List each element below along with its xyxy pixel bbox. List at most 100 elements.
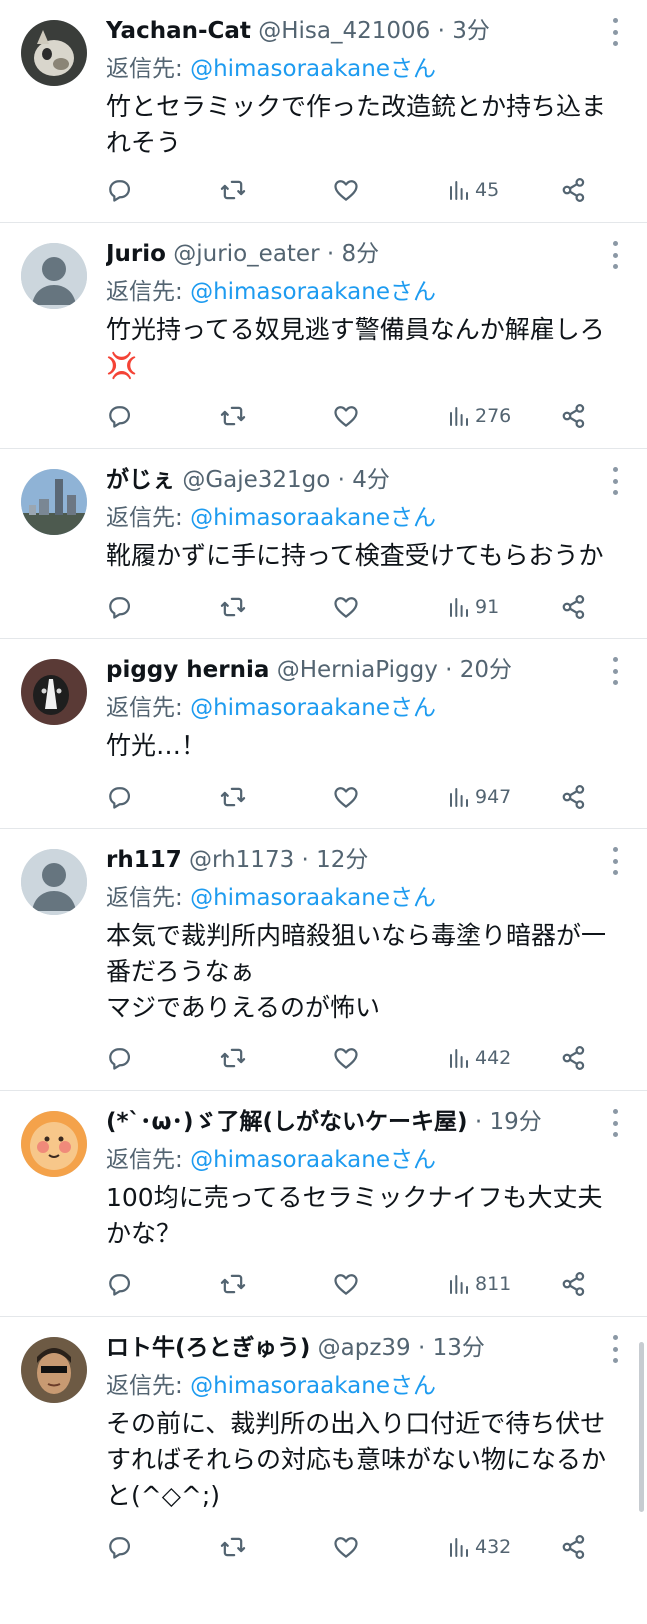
avatar[interactable] — [21, 1337, 87, 1403]
reply-button[interactable] — [105, 396, 133, 436]
retweet-button[interactable] — [219, 587, 247, 627]
action-bar: 276 — [0, 396, 647, 436]
reply-icon — [109, 180, 131, 202]
display-name[interactable]: がじぇ — [106, 467, 175, 493]
avatar[interactable] — [21, 659, 87, 725]
timestamp[interactable]: 4分 — [352, 467, 390, 493]
views-button[interactable]: 947 — [447, 777, 511, 817]
more-options-icon[interactable] — [605, 241, 625, 269]
share-button[interactable] — [560, 1038, 588, 1078]
timestamp[interactable]: 8分 — [341, 241, 379, 267]
timestamp[interactable]: 13分 — [433, 1335, 485, 1361]
reply-to-mention[interactable]: @himasoraakaneさん — [190, 1373, 436, 1399]
display-name[interactable]: Yachan-Cat — [106, 18, 251, 44]
avatar[interactable] — [21, 849, 87, 915]
display-name[interactable]: ロト牛(ろとぎゅう) — [106, 1335, 310, 1361]
like-button[interactable] — [332, 1527, 360, 1567]
reply-to-mention[interactable]: @himasoraakaneさん — [190, 695, 436, 721]
views-icon — [450, 598, 468, 617]
retweet-button[interactable] — [219, 1038, 247, 1078]
tweet[interactable]: Jurio @jurio_eater · 8分 返信先: @himasoraak… — [0, 223, 647, 449]
reply-button[interactable] — [105, 587, 133, 627]
more-options-icon[interactable] — [605, 1335, 625, 1363]
more-options-icon[interactable] — [605, 18, 625, 46]
share-button[interactable] — [560, 396, 588, 436]
views-icon — [450, 1275, 468, 1294]
heart-icon — [334, 1537, 358, 1558]
views-count: 276 — [475, 405, 512, 427]
separator-dot: · — [326, 241, 335, 267]
retweet-button[interactable] — [219, 170, 247, 210]
heart-icon — [334, 1048, 358, 1069]
share-button[interactable] — [560, 1264, 588, 1304]
like-button[interactable] — [332, 777, 360, 817]
avatar[interactable] — [21, 469, 87, 535]
timestamp[interactable]: 3分 — [452, 18, 490, 44]
user-handle[interactable]: @rh1173 — [189, 847, 294, 873]
retweet-button[interactable] — [219, 777, 247, 817]
tweet[interactable]: がじぇ @Gaje321go · 4分 返信先: @himasoraakaneさ… — [0, 449, 647, 639]
like-button[interactable] — [332, 170, 360, 210]
reply-button[interactable] — [105, 1038, 133, 1078]
retweet-icon — [220, 1537, 246, 1557]
avatar[interactable] — [21, 243, 87, 309]
reply-button[interactable] — [105, 1527, 133, 1567]
avatar[interactable] — [21, 20, 87, 86]
heart-icon — [334, 406, 358, 427]
reply-to-mention[interactable]: @himasoraakaneさん — [190, 505, 436, 531]
reply-button[interactable] — [105, 777, 133, 817]
display-name[interactable]: piggy hernia — [106, 657, 269, 683]
tweet-header: Jurio @jurio_eater · 8分 — [106, 237, 607, 271]
retweet-button[interactable] — [219, 1264, 247, 1304]
timestamp[interactable]: 19分 — [490, 1109, 542, 1135]
views-button[interactable]: 442 — [447, 1038, 511, 1078]
like-button[interactable] — [332, 587, 360, 627]
like-button[interactable] — [332, 1264, 360, 1304]
display-name[interactable]: (*`･ω･)ゞ了解(しがないケーキ屋) — [106, 1109, 468, 1135]
action-bar: 947 — [0, 777, 647, 817]
tweet[interactable]: rh117 @rh1173 · 12分 返信先: @himasoraakaneさ… — [0, 829, 647, 1091]
reply-context: 返信先: @himasoraakaneさん — [106, 691, 436, 725]
user-handle[interactable]: @Gaje321go — [182, 467, 330, 493]
views-button[interactable]: 811 — [447, 1264, 511, 1304]
user-handle[interactable]: @jurio_eater — [173, 241, 319, 267]
views-button[interactable]: 91 — [447, 587, 499, 627]
tweet[interactable]: ロト牛(ろとぎゅう) @apz39 · 13分 返信先: @himasoraak… — [0, 1317, 647, 1624]
more-options-icon[interactable] — [605, 657, 625, 685]
display-name[interactable]: rh117 — [106, 847, 182, 873]
more-options-icon[interactable] — [605, 847, 625, 875]
views-button[interactable]: 432 — [447, 1527, 511, 1567]
reply-to-mention[interactable]: @himasoraakaneさん — [190, 885, 436, 911]
reply-to-mention[interactable]: @himasoraakaneさん — [190, 279, 436, 305]
views-icon — [450, 788, 468, 807]
reply-button[interactable] — [105, 170, 133, 210]
user-handle[interactable]: @Hisa_421006 — [258, 18, 430, 44]
share-button[interactable] — [560, 777, 588, 817]
tweet[interactable]: Yachan-Cat @Hisa_421006 · 3分 返信先: @himas… — [0, 0, 647, 223]
views-button[interactable]: 45 — [447, 170, 499, 210]
timestamp[interactable]: 12分 — [316, 847, 368, 873]
display-name[interactable]: Jurio — [106, 241, 166, 267]
reply-context: 返信先: @himasoraakaneさん — [106, 52, 436, 86]
user-handle[interactable]: @HerniaPiggy — [277, 657, 438, 683]
share-button[interactable] — [560, 1527, 588, 1567]
more-options-icon[interactable] — [605, 467, 625, 495]
reply-to-mention[interactable]: @himasoraakaneさん — [190, 56, 436, 82]
scrollbar-thumb[interactable] — [639, 1342, 644, 1512]
reply-to-mention[interactable]: @himasoraakaneさん — [190, 1147, 436, 1173]
share-button[interactable] — [560, 587, 588, 627]
avatar[interactable] — [21, 1111, 87, 1177]
user-handle[interactable]: @apz39 — [318, 1335, 411, 1361]
reply-prefix: 返信先: — [106, 1373, 191, 1399]
like-button[interactable] — [332, 1038, 360, 1078]
like-button[interactable] — [332, 396, 360, 436]
reply-button[interactable] — [105, 1264, 133, 1304]
tweet[interactable]: piggy hernia @HerniaPiggy · 20分 返信先: @hi… — [0, 639, 647, 829]
views-button[interactable]: 276 — [447, 396, 511, 436]
retweet-button[interactable] — [219, 1527, 247, 1567]
tweet[interactable]: (*`･ω･)ゞ了解(しがないケーキ屋) · 19分 返信先: @himasor… — [0, 1091, 647, 1317]
more-options-icon[interactable] — [605, 1109, 625, 1137]
retweet-button[interactable] — [219, 396, 247, 436]
timestamp[interactable]: 20分 — [460, 657, 512, 683]
share-button[interactable] — [560, 170, 588, 210]
